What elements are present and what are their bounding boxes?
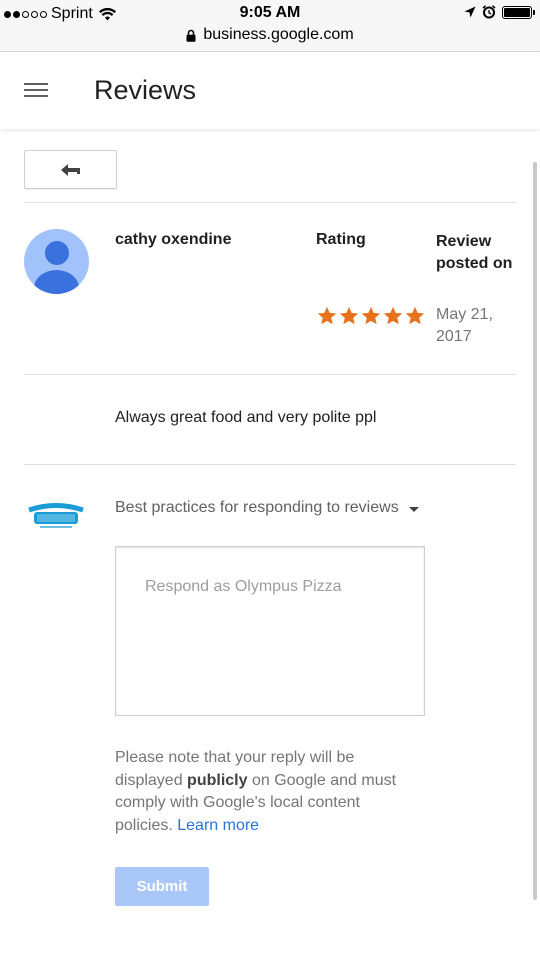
avatar <box>24 229 89 294</box>
review-text: Always great food and very polite ppl <box>115 409 377 426</box>
star-icon <box>383 306 403 325</box>
star-icon <box>317 306 337 325</box>
location-arrow-icon <box>464 6 476 18</box>
divider <box>24 464 516 465</box>
page-title: Reviews <box>94 75 197 105</box>
back-arrow-icon <box>60 163 80 176</box>
status-icons <box>464 5 535 19</box>
star-icon <box>361 306 381 325</box>
olympus-pizza-logo-icon <box>28 503 84 528</box>
business-logo <box>26 502 86 532</box>
address-bar[interactable]: business.google.com <box>0 26 540 44</box>
best-practices-dropdown[interactable]: Best practices for responding to reviews <box>115 499 419 517</box>
review-date: May 21, 2017 <box>436 306 493 345</box>
app-header: Reviews <box>0 53 540 129</box>
learn-more-link[interactable]: Learn more <box>177 817 259 834</box>
clock: 9:05 AM <box>239 4 301 21</box>
lock-icon <box>186 29 196 42</box>
note-bold-publicly: publicly <box>187 771 248 789</box>
rating-heading: Rating <box>316 231 366 248</box>
caret-down-icon <box>408 506 419 512</box>
reviewer-name: cathy oxendine <box>115 231 232 248</box>
hamburger-icon[interactable] <box>20 77 52 103</box>
url-text: business.google.com <box>203 26 354 43</box>
back-button[interactable] <box>24 150 117 189</box>
posted-on-heading: Review posted on <box>436 233 513 272</box>
person-icon <box>45 241 69 265</box>
star-icon <box>405 306 425 325</box>
best-practices-label: Best practices for responding to reviews <box>115 499 399 516</box>
alarm-icon <box>482 5 496 19</box>
status-bar: Sprint 9:05 AM business.google.com <box>0 0 540 52</box>
response-input[interactable] <box>115 546 425 716</box>
divider <box>24 374 516 375</box>
submit-button[interactable]: Submit <box>115 867 209 906</box>
divider <box>24 202 516 203</box>
scrollbar[interactable] <box>533 162 537 900</box>
public-reply-note: Please note that your reply will be disp… <box>115 747 415 837</box>
battery-icon <box>502 5 535 19</box>
star-icon <box>339 306 359 325</box>
star-rating <box>316 305 426 327</box>
